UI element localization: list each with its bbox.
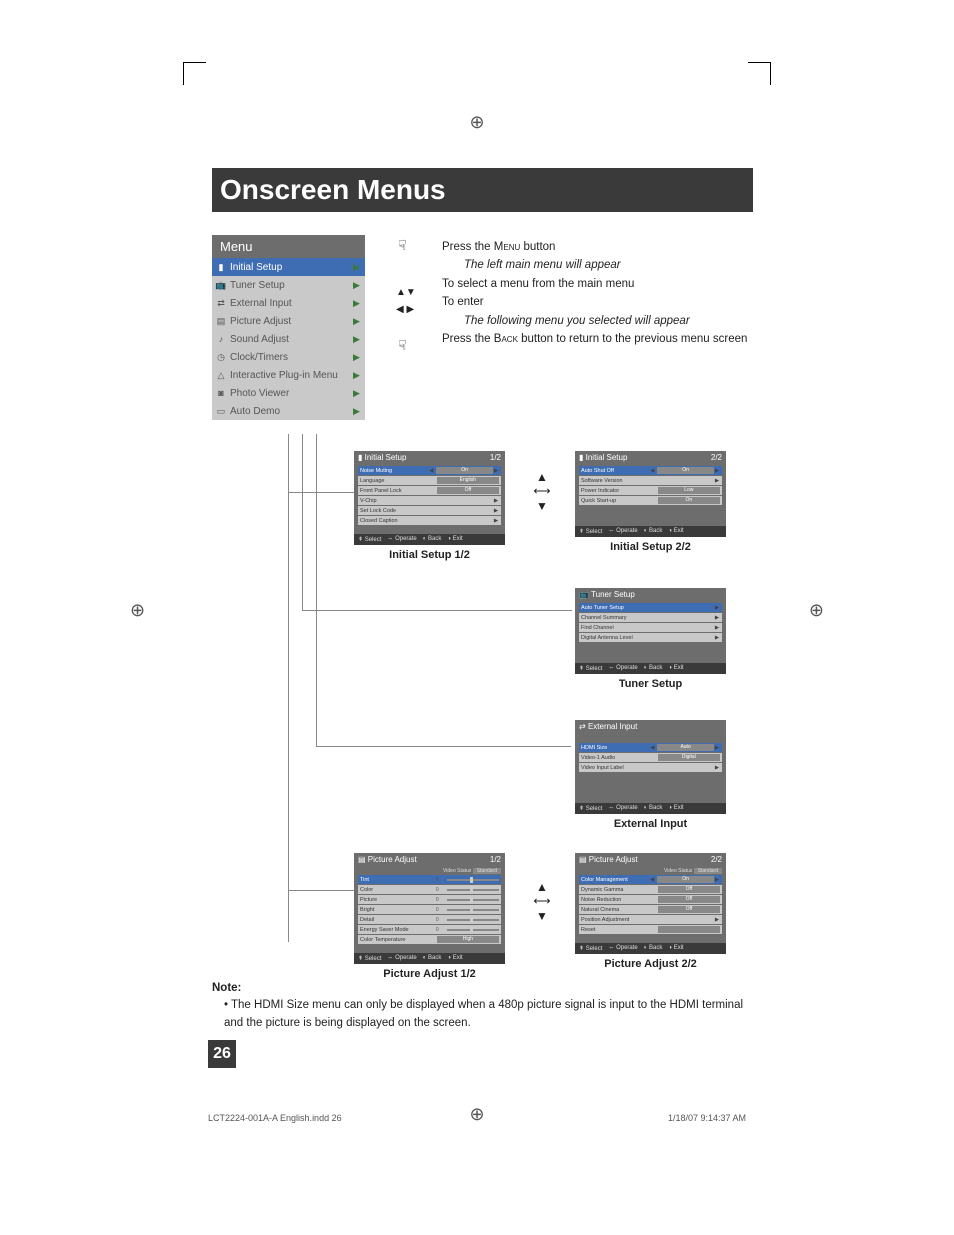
menu-item-tuner-setup[interactable]: 📺Tuner Setup▶ bbox=[212, 276, 365, 294]
nav-leftright-icon: ◀ ▶ bbox=[396, 302, 414, 318]
registration-mark-icon: ⊕ bbox=[130, 600, 145, 621]
screen-external-input: ⇄ External Input HDMI Size◀Auto▶ Video-1… bbox=[575, 720, 726, 830]
registration-mark-icon: ⊕ bbox=[469, 1104, 484, 1125]
main-menu-panel: Menu ▮Initial Setup▶ 📺Tuner Setup▶ ⇄Exte… bbox=[212, 235, 365, 420]
registration-mark-icon: ⊕ bbox=[469, 112, 484, 133]
file-footer-time: 1/18/07 9:14:37 AM bbox=[668, 1113, 746, 1123]
remote-press-icon: ☟ bbox=[398, 338, 407, 352]
remote-press-icon: ☟ bbox=[398, 238, 407, 252]
menu-item-auto-demo[interactable]: ▭Auto Demo▶ bbox=[212, 402, 365, 420]
page-number: 26 bbox=[208, 1040, 236, 1068]
screen-tuner-setup: 📺 Tuner Setup Auto Tuner Setup▶ Channel … bbox=[575, 588, 726, 690]
nav-updown-icon: ▲▼ bbox=[396, 285, 416, 301]
registration-mark-icon: ⊕ bbox=[809, 600, 824, 621]
page-nav-arrows: ▲⟷▼ bbox=[527, 880, 557, 923]
menu-title: Menu bbox=[212, 235, 365, 258]
menu-item-photo-viewer[interactable]: ◙Photo Viewer▶ bbox=[212, 384, 365, 402]
screen-initial-setup-1: ▮ Initial Setup1/2 Noise Muting◀On▶ Lang… bbox=[354, 451, 505, 561]
note-section: Note: • The HDMI Size menu can only be d… bbox=[212, 980, 745, 1032]
screen-initial-setup-2: ▮ Initial Setup2/2 Auto Shut Off◀On▶ Sof… bbox=[575, 451, 726, 553]
menu-item-sound-adjust[interactable]: ♪Sound Adjust▶ bbox=[212, 330, 365, 348]
menu-item-picture-adjust[interactable]: ▤Picture Adjust▶ bbox=[212, 312, 365, 330]
screen-picture-adjust-1: ▤ Picture Adjust1/2 Video Status Standar… bbox=[354, 853, 505, 980]
menu-item-clock-timers[interactable]: ◷Clock/Timers▶ bbox=[212, 348, 365, 366]
file-footer-name: LCT2224-001A-A English.indd 26 bbox=[208, 1113, 342, 1123]
page-nav-arrows: ▲⟷▼ bbox=[527, 470, 557, 513]
menu-item-initial-setup[interactable]: ▮Initial Setup▶ bbox=[212, 258, 365, 276]
page-title: Onscreen Menus bbox=[212, 168, 753, 212]
screen-picture-adjust-2: ▤ Picture Adjust2/2 Video Status Standar… bbox=[575, 853, 726, 970]
instructions: ☟ Press the Menu button The left main me… bbox=[442, 238, 752, 348]
menu-item-external-input[interactable]: ⇄External Input▶ bbox=[212, 294, 365, 312]
menu-item-plugin[interactable]: △Interactive Plug-in Menu▶ bbox=[212, 366, 365, 384]
